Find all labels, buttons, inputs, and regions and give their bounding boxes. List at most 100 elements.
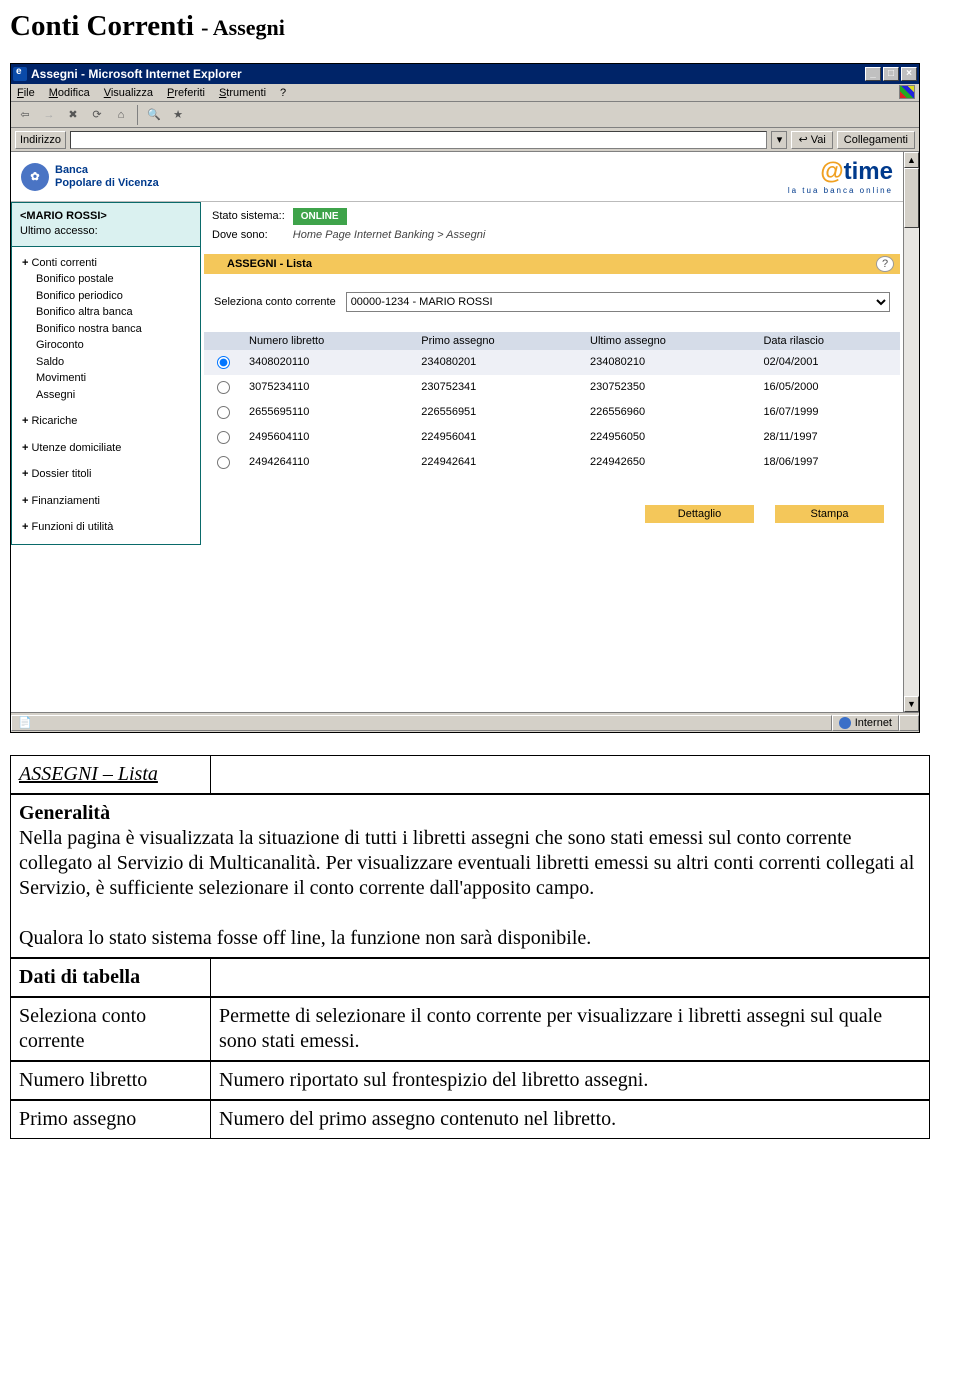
window-titlebar: Assegni - Microsoft Internet Explorer _ … xyxy=(11,64,919,84)
sidebar-item[interactable]: Saldo xyxy=(22,354,190,371)
go-button[interactable]: ↩ Vai xyxy=(791,131,832,149)
bank-name-line1: Banca xyxy=(55,164,159,176)
sidebar-item[interactable]: Bonifico postale xyxy=(22,271,190,288)
product-tagline: la tua banca online xyxy=(788,186,893,195)
desc-row2-value: Numero riportato sul frontespizio del li… xyxy=(211,1062,930,1100)
desc-dati-header: Dati di tabella xyxy=(11,959,211,997)
table-row: 265569511022655695122655696016/07/1999 xyxy=(204,400,900,425)
window-title: Assegni - Microsoft Internet Explorer xyxy=(31,67,865,81)
forward-button[interactable]: → xyxy=(39,105,59,125)
sidebar-item[interactable]: Movimenti xyxy=(22,370,190,387)
windows-logo-icon xyxy=(899,85,915,99)
system-status-label: Stato sistema:: xyxy=(212,208,291,225)
cheques-table: Numero libretto Primo assegno Ultimo ass… xyxy=(204,332,900,475)
sidebar-item[interactable]: Giroconto xyxy=(22,337,190,354)
desc-row3-value: Numero del primo assegno contenuto nel l… xyxy=(211,1101,930,1139)
row-radio[interactable] xyxy=(217,406,230,419)
menu-file[interactable]: File xyxy=(17,87,35,99)
desc-row1-label: Seleziona conto corrente xyxy=(11,998,211,1061)
table-row: 249560411022495604122495605028/11/1997 xyxy=(204,425,900,450)
search-button[interactable]: 🔍 xyxy=(144,105,164,125)
vertical-scrollbar[interactable]: ▲ ▼ xyxy=(903,152,919,712)
address-dropdown-button[interactable]: ▾ xyxy=(771,131,787,149)
bank-name-line2: Popolare di Vicenza xyxy=(55,177,159,189)
sidebar-item[interactable]: Assegni xyxy=(22,387,190,404)
col-data-rilascio: Data rilascio xyxy=(755,332,900,350)
sidebar-item[interactable]: Bonifico nostra banca xyxy=(22,321,190,338)
sidebar-item[interactable]: + Dossier titoli xyxy=(22,466,190,483)
refresh-button[interactable]: ⟳ xyxy=(87,105,107,125)
desc-row2-label: Numero libretto xyxy=(11,1062,211,1100)
close-button[interactable]: × xyxy=(901,67,917,81)
menu-strumenti[interactable]: Strumenti xyxy=(219,87,266,99)
menubar: File Modifica Visualizza Preferiti Strum… xyxy=(11,84,919,102)
desc-row1-value: Permette di selezionare il conto corrent… xyxy=(211,998,930,1061)
home-button[interactable]: ⌂ xyxy=(111,105,131,125)
print-button[interactable]: Stampa xyxy=(774,505,884,523)
back-button[interactable]: ⇦ xyxy=(15,105,35,125)
ie-icon xyxy=(13,67,27,81)
product-logo: @time xyxy=(788,158,893,186)
sidebar-item[interactable]: + Conti correnti xyxy=(22,255,190,272)
address-input[interactable] xyxy=(70,131,768,149)
menu-preferiti[interactable]: Preferiti xyxy=(167,87,205,99)
maximize-button[interactable]: □ xyxy=(883,67,899,81)
sidebar-item[interactable]: + Finanziamenti xyxy=(22,493,190,510)
help-icon[interactable]: ? xyxy=(876,256,894,272)
last-access-label: Ultimo accesso: xyxy=(20,224,192,239)
account-select-label: Seleziona conto corrente xyxy=(214,296,336,308)
links-button[interactable]: Collegamenti xyxy=(837,131,915,149)
col-numero-libretto: Numero libretto xyxy=(241,332,413,350)
breadcrumb-label: Dove sono: xyxy=(212,227,291,244)
row-radio[interactable] xyxy=(217,431,230,444)
minimize-button[interactable]: _ xyxy=(865,67,881,81)
sidebar-item[interactable]: Bonifico altra banca xyxy=(22,304,190,321)
toolbar: ⇦ → ✖ ⟳ ⌂ 🔍 ★ xyxy=(11,102,919,128)
menu-help[interactable]: ? xyxy=(280,87,286,99)
user-box: <MARIO ROSSI> Ultimo accesso: xyxy=(12,203,200,247)
page-icon: 📄 xyxy=(18,716,32,729)
row-radio[interactable] xyxy=(217,381,230,394)
table-row: 249426411022494264122494265018/06/1997 xyxy=(204,450,900,475)
sidebar-item[interactable]: + Ricariche xyxy=(22,413,190,430)
browser-status-bar: 📄 Internet xyxy=(11,712,919,732)
status-left: 📄 xyxy=(11,715,832,731)
system-status-value: ONLINE xyxy=(293,208,347,225)
page-title: Conti Correnti - Assegni xyxy=(10,10,950,43)
table-row: 307523411023075234123075235016/05/2000 xyxy=(204,375,900,400)
address-label: Indirizzo xyxy=(15,131,66,149)
address-bar: Indirizzo ▾ ↩ Vai Collegamenti xyxy=(11,128,919,152)
scroll-down-icon[interactable]: ▼ xyxy=(904,696,919,712)
menu-visualizza[interactable]: Visualizza xyxy=(104,87,153,99)
bank-logo-icon: ✿ xyxy=(21,163,49,191)
brand-header: ✿ Banca Popolare di Vicenza @time la tua… xyxy=(11,152,903,202)
ie-window: Assegni - Microsoft Internet Explorer _ … xyxy=(10,63,920,733)
status-resize xyxy=(899,715,919,731)
go-icon: ↩ xyxy=(798,133,807,146)
desc-row3-label: Primo assegno xyxy=(11,1101,211,1139)
sidebar-item[interactable]: + Utenze domiciliate xyxy=(22,440,190,457)
favorites-button[interactable]: ★ xyxy=(168,105,188,125)
col-ultimo-assegno: Ultimo assegno xyxy=(582,332,755,350)
detail-button[interactable]: Dettaglio xyxy=(644,505,754,523)
sidebar: <MARIO ROSSI> Ultimo accesso: + Conti co… xyxy=(11,202,201,545)
scroll-thumb[interactable] xyxy=(904,168,919,228)
desc-generalita: Generalità Nella pagina è visualizzata l… xyxy=(11,795,930,958)
account-select[interactable]: 00000-1234 - MARIO ROSSI xyxy=(346,292,890,312)
menu-modifica[interactable]: Modifica xyxy=(49,87,90,99)
desc-section-title: ASSEGNI – Lista xyxy=(11,756,211,794)
section-title: ASSEGNI - Lista xyxy=(217,258,876,270)
table-row: 340802011023408020123408021002/04/2001 xyxy=(204,350,900,375)
scroll-up-icon[interactable]: ▲ xyxy=(904,152,919,168)
col-primo-assegno: Primo assegno xyxy=(413,332,582,350)
status-zone: Internet xyxy=(832,715,899,731)
stop-button[interactable]: ✖ xyxy=(63,105,83,125)
globe-icon xyxy=(839,717,851,729)
user-name: <MARIO ROSSI> xyxy=(20,209,192,224)
breadcrumb: Home Page Internet Banking > Assegni xyxy=(293,227,492,244)
row-radio[interactable] xyxy=(217,456,230,469)
section-bar: ASSEGNI - Lista ? xyxy=(204,254,900,274)
sidebar-item[interactable]: + Funzioni di utilità xyxy=(22,519,190,536)
row-radio[interactable] xyxy=(217,356,230,369)
sidebar-item[interactable]: Bonifico periodico xyxy=(22,288,190,305)
